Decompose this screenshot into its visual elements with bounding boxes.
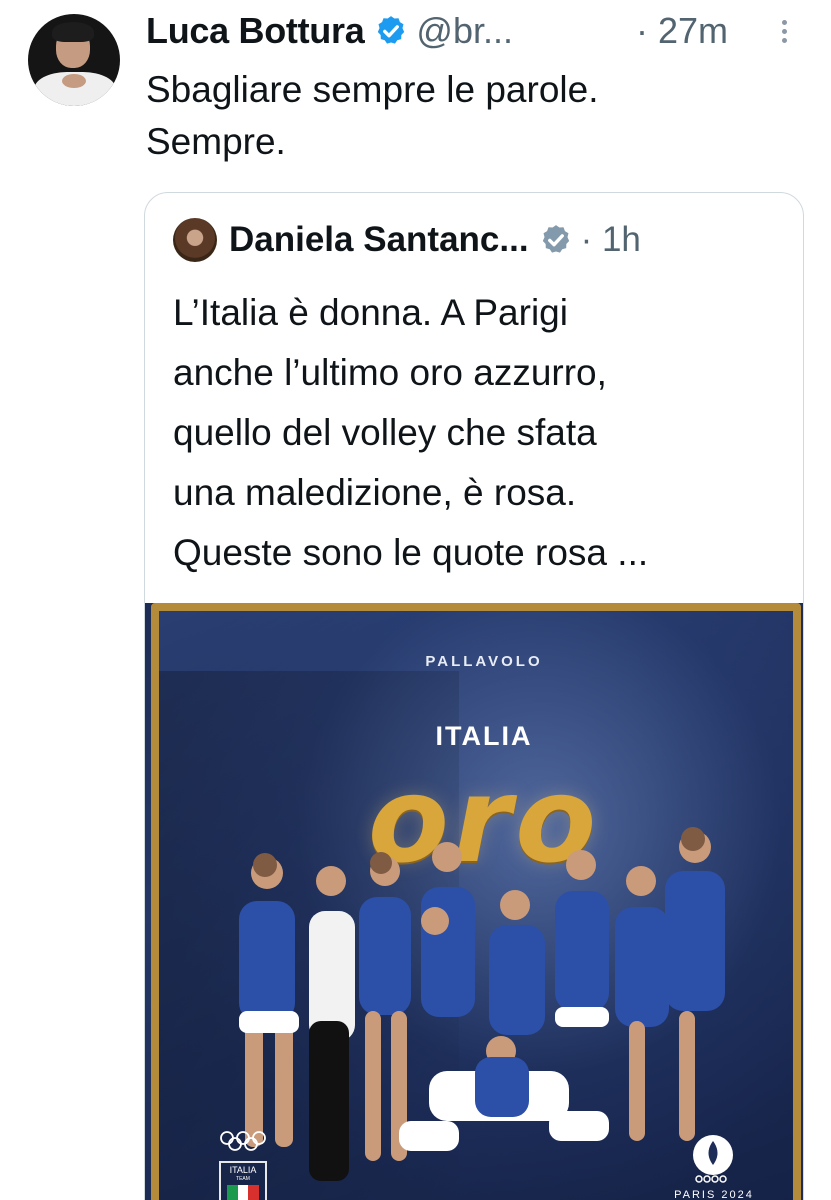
- paris-2024-emblem-icon: [693, 1135, 733, 1183]
- verified-badge-icon: [378, 16, 405, 44]
- tweet-timestamp[interactable]: · 27m: [636, 6, 728, 56]
- quoted-text-line: quello del volley che sfata: [173, 412, 597, 453]
- author-handle[interactable]: @br...: [416, 10, 513, 52]
- italia-team-badge: ITALIA TEAM: [219, 1161, 267, 1200]
- quoted-text-line: una maledizione, è rosa.: [173, 472, 577, 513]
- quoted-author-avatar[interactable]: [173, 218, 217, 262]
- olympic-rings-icon: [220, 1131, 266, 1151]
- quoted-tweet-text: L’Italia è donna. A Parigi anche l’ultim…: [173, 283, 793, 583]
- verified-badge-gray-icon: [542, 225, 569, 253]
- quoted-text-line: anche l’ultimo oro azzurro,: [173, 352, 607, 393]
- more-vertical-icon[interactable]: [776, 20, 792, 50]
- avatar-hair: [52, 22, 94, 42]
- team-badge-line1: ITALIA: [229, 1165, 257, 1175]
- quoted-text-line: Queste sono le quote rosa ...: [173, 532, 649, 573]
- tweet[interactable]: Luca Bottura @br... · 27m Sbagliare semp…: [0, 0, 831, 1200]
- tweet-text-line: Sbagliare sempre le parole.: [146, 69, 599, 110]
- player-figures: [239, 827, 725, 1181]
- team-badge-line2: TEAM: [236, 1176, 250, 1182]
- author-avatar[interactable]: [28, 14, 120, 106]
- quoted-tweet-image[interactable]: PALLAVOLO ITALIA oro ITALIA TEAM PARIS 2…: [145, 603, 803, 1200]
- quoted-tweet-header: Daniela Santanc... · 1h: [173, 217, 641, 263]
- tweet-text: Sbagliare sempre le parole. Sempre.: [146, 64, 806, 168]
- quoted-tweet[interactable]: Daniela Santanc... · 1h L’Italia è donna…: [144, 192, 804, 1200]
- tweet-header: Luca Bottura @br...: [146, 6, 513, 56]
- quoted-tweet-timestamp[interactable]: · 1h: [581, 220, 641, 260]
- quoted-text-line: L’Italia è donna. A Parigi: [173, 292, 568, 333]
- italian-flag-icon: [227, 1185, 260, 1200]
- paris-2024-label: PARIS 2024: [674, 1189, 754, 1200]
- poster-sport-label: PALLAVOLO: [425, 653, 543, 670]
- avatar-hand: [62, 74, 86, 88]
- author-name[interactable]: Luca Bottura: [146, 10, 365, 52]
- gold-medal-poster: PALLAVOLO ITALIA oro ITALIA TEAM PARIS 2…: [151, 603, 801, 1200]
- poster-country-label: ITALIA: [435, 721, 533, 751]
- tweet-text-line: Sempre.: [146, 121, 286, 162]
- quoted-author-name[interactable]: Daniela Santanc...: [229, 220, 529, 260]
